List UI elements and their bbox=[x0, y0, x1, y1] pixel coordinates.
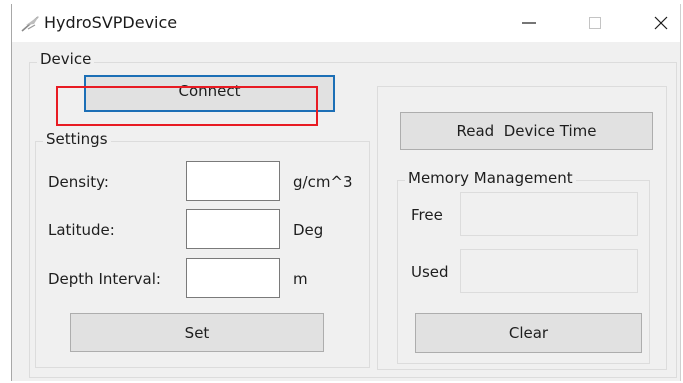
depth-interval-input[interactable] bbox=[186, 258, 280, 298]
read-device-time-label: Read Device Time bbox=[456, 122, 597, 140]
app-window: HydroSVPDevice Device Connect Settings D… bbox=[11, 4, 681, 381]
settings-group-title: Settings bbox=[43, 130, 111, 148]
window-title: HydroSVPDevice bbox=[44, 13, 178, 32]
latitude-input[interactable] bbox=[186, 209, 280, 249]
used-label: Used bbox=[411, 263, 449, 281]
minimize-button[interactable] bbox=[506, 4, 552, 42]
density-unit: g/cm^3 bbox=[293, 173, 353, 191]
set-button[interactable]: Set bbox=[70, 313, 324, 352]
close-icon bbox=[654, 16, 668, 30]
title-bar[interactable]: HydroSVPDevice bbox=[12, 4, 680, 42]
depth-interval-unit: m bbox=[293, 270, 308, 288]
latitude-label: Latitude: bbox=[48, 221, 115, 239]
connect-button-label: Connect bbox=[178, 81, 241, 100]
free-value-box bbox=[460, 192, 638, 236]
maximize-icon bbox=[589, 17, 601, 29]
clear-button-label: Clear bbox=[508, 324, 549, 342]
used-value-box bbox=[460, 249, 638, 293]
feather-icon bbox=[20, 13, 42, 33]
set-button-label: Set bbox=[184, 323, 210, 342]
density-input[interactable] bbox=[186, 161, 280, 201]
density-label: Density: bbox=[48, 173, 109, 191]
memory-management-title: Memory Management bbox=[405, 169, 576, 187]
minimize-icon bbox=[522, 22, 536, 24]
free-label: Free bbox=[411, 206, 443, 224]
device-group-title: Device bbox=[37, 50, 95, 68]
clear-button[interactable]: Clear bbox=[415, 313, 642, 353]
latitude-unit: Deg bbox=[293, 221, 324, 239]
depth-interval-label: Depth Interval: bbox=[48, 270, 161, 288]
maximize-button[interactable] bbox=[572, 4, 618, 42]
close-button[interactable] bbox=[638, 4, 683, 42]
read-device-time-button[interactable]: Read Device Time bbox=[400, 112, 653, 150]
connect-button[interactable]: Connect bbox=[84, 75, 335, 112]
